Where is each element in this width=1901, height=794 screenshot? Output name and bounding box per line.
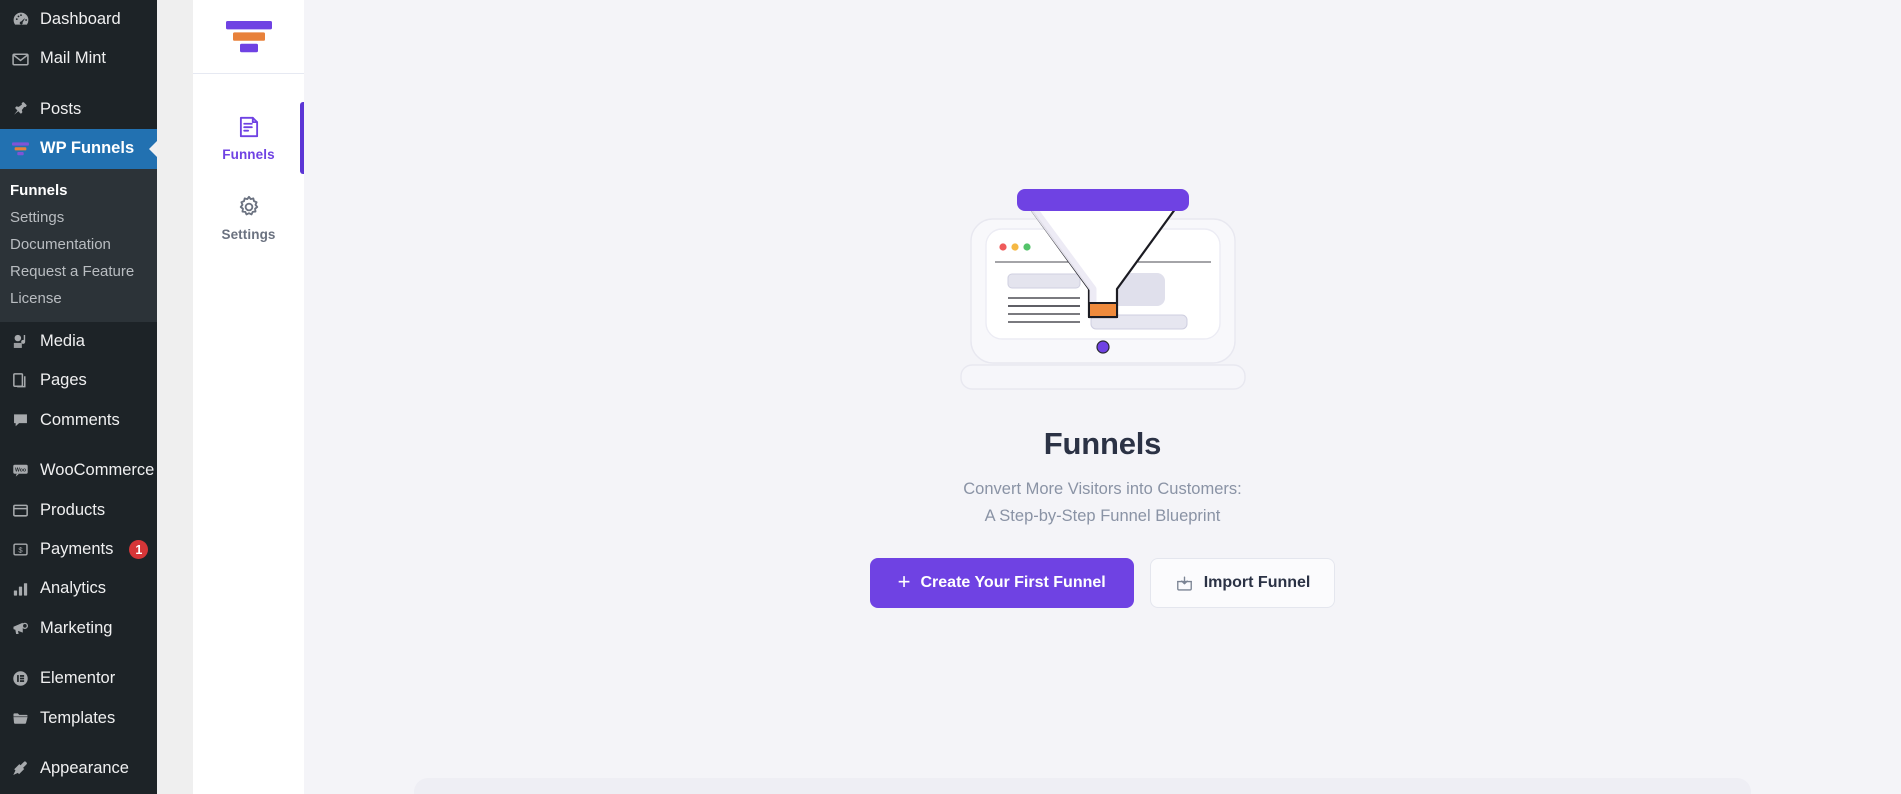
- wp-funnels-submenu: Funnels Settings Documentation Request a…: [0, 168, 157, 322]
- sidebar-item-analytics[interactable]: Analytics: [0, 569, 157, 608]
- sidebar-item-label: Marketing: [40, 618, 113, 637]
- wpfunnels-logo-icon: [225, 20, 272, 52]
- dashboard-icon: [10, 9, 31, 30]
- main-content: Funnels Convert More Visitors into Custo…: [304, 0, 1901, 794]
- sidebar-item-marketing[interactable]: Marketing: [0, 609, 157, 648]
- pages-icon: [10, 370, 31, 391]
- submenu-item-funnels[interactable]: Funnels: [0, 177, 157, 204]
- submenu-item-label: Funnels: [10, 181, 68, 199]
- svg-text:Woo: Woo: [15, 468, 26, 474]
- plugin-nav-label: Funnels: [222, 147, 275, 162]
- funnel-glyph: [12, 142, 29, 156]
- svg-text:$: $: [18, 546, 23, 555]
- wordpress-admin-sidebar: Dashboard Mail Mint Posts WP Funnels Fun…: [0, 0, 157, 794]
- plus-icon: +: [897, 569, 911, 595]
- plugin-nav-label: Settings: [221, 227, 276, 242]
- plugin-nav-items: Funnels Settings: [193, 74, 304, 258]
- submenu-item-license[interactable]: License: [0, 285, 157, 312]
- envelope-icon: [10, 49, 31, 70]
- plugin-nav-item-funnels[interactable]: Funnels: [193, 98, 304, 178]
- import-funnel-button[interactable]: Import Funnel: [1149, 558, 1336, 609]
- submenu-item-label: Documentation: [10, 235, 111, 253]
- sidebar-item-dashboard[interactable]: Dashboard: [0, 0, 157, 39]
- submenu-item-request-a-feature[interactable]: Request a Feature: [0, 258, 157, 285]
- create-first-funnel-label: Create Your First Funnel: [920, 574, 1106, 592]
- woocommerce-icon: Woo: [10, 460, 31, 481]
- submenu-item-label: Request a Feature: [10, 262, 135, 280]
- analytics-icon: [10, 579, 31, 600]
- funnel-on-laptop-illustration: [959, 189, 1246, 390]
- create-first-funnel-button[interactable]: + Create Your First Funnel: [869, 558, 1134, 609]
- submenu-item-documentation[interactable]: Documentation: [0, 231, 157, 258]
- import-icon: [1175, 574, 1194, 593]
- marketing-icon: [10, 618, 31, 639]
- submenu-item-settings[interactable]: Settings: [0, 204, 157, 231]
- gear-icon: [239, 195, 258, 216]
- sidebar-item-appearance[interactable]: Appearance: [0, 749, 157, 788]
- templates-icon: [10, 708, 31, 729]
- page-title: Funnels: [1043, 426, 1162, 461]
- sidebar-item-templates[interactable]: Templates: [0, 699, 157, 738]
- sidebar-item-payments[interactable]: $ Payments 1: [0, 530, 157, 569]
- submenu-item-label: License: [10, 289, 62, 307]
- import-funnel-label: Import Funnel: [1203, 574, 1311, 592]
- payments-icon: $: [10, 539, 31, 560]
- sidebar-item-media[interactable]: Media: [0, 322, 157, 361]
- subtitle-line-1: Convert More Visitors into Customers:: [963, 480, 1242, 498]
- sidebar-item-elementor[interactable]: Elementor: [0, 659, 157, 698]
- sidebar-item-label: Elementor: [40, 669, 116, 688]
- sidebar-item-label: Appearance: [40, 759, 129, 778]
- funnel-icon: [10, 139, 31, 160]
- comments-icon: [10, 410, 31, 431]
- sidebar-item-label: WooCommerce: [40, 461, 155, 480]
- sidebar-item-mail-mint[interactable]: Mail Mint: [0, 39, 157, 78]
- current-menu-arrow-icon: [149, 140, 157, 159]
- sidebar-item-label: Analytics: [40, 579, 107, 598]
- sidebar-item-woocommerce[interactable]: Woo WooCommerce: [0, 451, 157, 490]
- wpfunnels-side-nav: Funnels Settings: [193, 0, 304, 794]
- status-badge: 1: [129, 540, 149, 560]
- document-icon: [239, 116, 258, 138]
- sidebar-item-label: Comments: [40, 410, 120, 429]
- media-icon: [10, 331, 31, 352]
- sidebar-item-pages[interactable]: Pages: [0, 361, 157, 400]
- empty-state-actions: + Create Your First Funnel Import Funnel: [869, 558, 1336, 609]
- app-root: Dashboard Mail Mint Posts WP Funnels Fun…: [0, 0, 1901, 794]
- products-icon: [10, 500, 31, 521]
- sidebar-item-label: Dashboard: [40, 10, 121, 28]
- plugin-nav-item-settings[interactable]: Settings: [193, 178, 304, 258]
- wpfunnels-logo[interactable]: [193, 0, 304, 74]
- sidebar-item-comments[interactable]: Comments: [0, 401, 157, 440]
- funnels-empty-state: Funnels Convert More Visitors into Custo…: [304, 185, 1901, 609]
- submenu-item-label: Settings: [10, 208, 65, 226]
- sidebar-item-label: WP Funnels: [40, 139, 135, 158]
- sidebar-item-label: Payments: [40, 539, 114, 558]
- page-subtitle: Convert More Visitors into Customers: A …: [963, 476, 1241, 529]
- pin-icon: [10, 99, 31, 120]
- sidebar-item-label: Pages: [40, 371, 87, 390]
- elementor-icon: [10, 668, 31, 689]
- sidebar-gutter: [157, 0, 193, 794]
- appearance-icon: [10, 758, 31, 779]
- sidebar-item-label: Media: [40, 331, 85, 350]
- sidebar-item-wp-funnels[interactable]: WP Funnels: [0, 129, 157, 169]
- sidebar-item-label: Templates: [40, 708, 116, 727]
- sidebar-item-label: Mail Mint: [40, 49, 107, 68]
- sidebar-item-label: Posts: [40, 99, 82, 118]
- sidebar-item-plugins[interactable]: Plugins 4: [0, 789, 157, 794]
- sidebar-item-posts[interactable]: Posts: [0, 90, 157, 129]
- sidebar-item-label: Products: [40, 500, 106, 519]
- subtitle-line-2: A Step-by-Step Funnel Blueprint: [984, 506, 1221, 525]
- sidebar-item-products[interactable]: Products: [0, 491, 157, 530]
- bottom-shelf-decoration: [414, 778, 1751, 794]
